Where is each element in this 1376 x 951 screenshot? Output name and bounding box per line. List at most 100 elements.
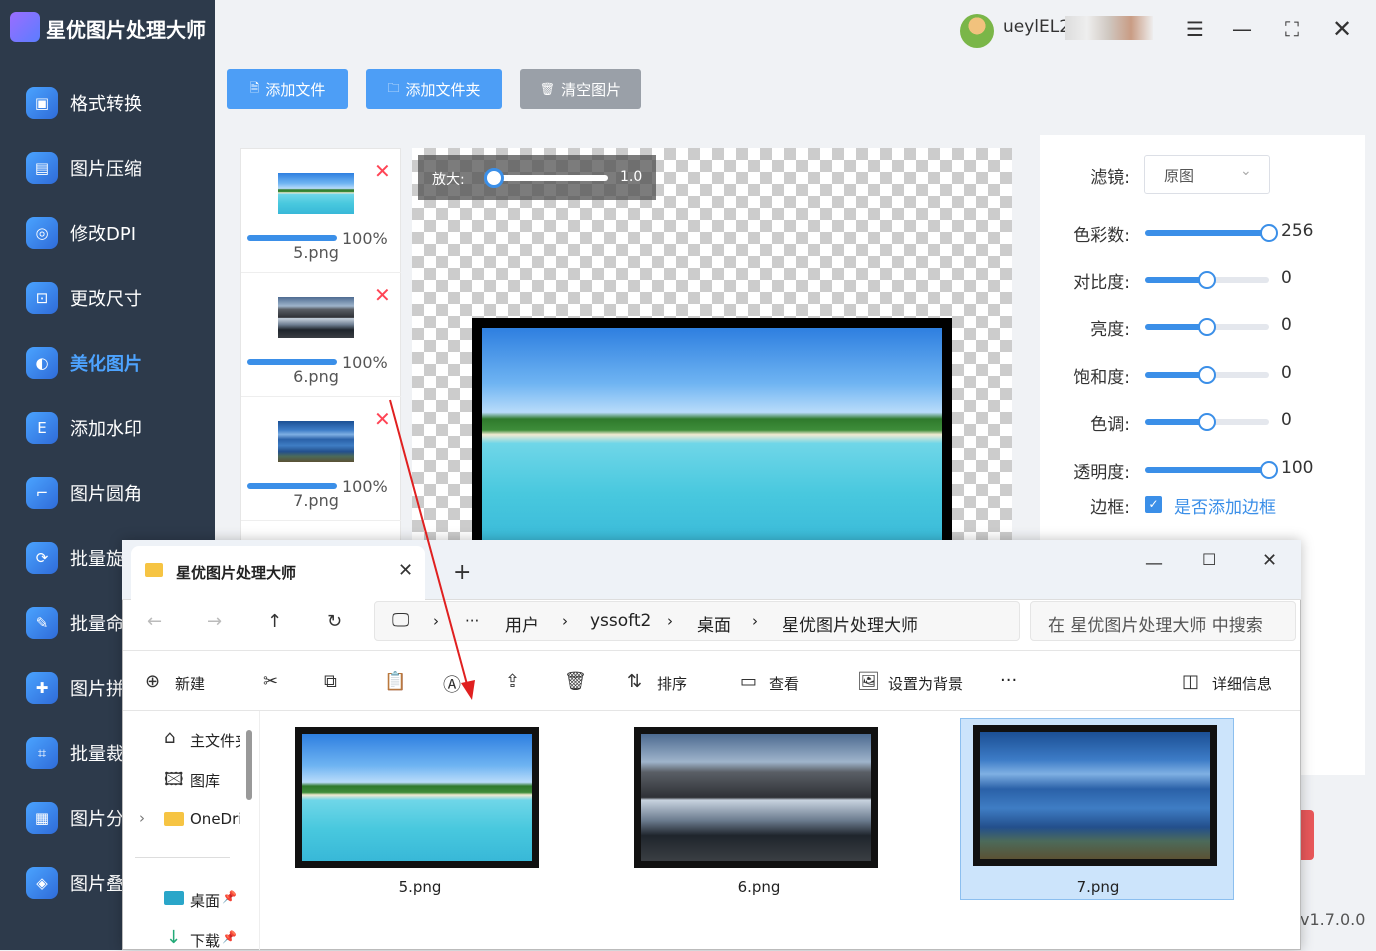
delete-icon[interactable]: ✕ (374, 283, 391, 307)
nav-item[interactable]: 桌面 (190, 890, 220, 911)
nav-item[interactable]: 下载 (190, 930, 220, 951)
chevron-down-icon[interactable]: ⌄ (1240, 163, 1252, 179)
more-path-icon[interactable]: ··· (465, 612, 479, 630)
slider-value: 0 (1281, 315, 1292, 335)
slider-track[interactable] (1145, 461, 1278, 479)
view-icon[interactable]: ▭ (740, 671, 757, 692)
slider-handle[interactable] (1198, 271, 1216, 289)
list-item[interactable]: ✕ 100% 5.png (241, 149, 401, 273)
rounded-corner-icon: ⌐ (26, 477, 58, 509)
computer-icon: 🖵 (392, 610, 410, 631)
avatar[interactable] (960, 14, 994, 48)
sidebar-item[interactable]: ◐ 美化图片 (0, 335, 215, 391)
start-button[interactable] (1300, 810, 1314, 860)
up-icon[interactable]: ↑ (267, 611, 282, 632)
image-convert-icon: ▣ (26, 87, 58, 119)
slider-track[interactable] (1145, 366, 1269, 384)
breadcrumb-item[interactable]: 星优图片处理大师 (782, 611, 918, 636)
file-name[interactable]: 5.png (298, 878, 542, 896)
slider-handle[interactable] (1198, 366, 1216, 384)
breadcrumb-item[interactable]: 桌面 (697, 611, 731, 636)
slider-track[interactable] (1145, 413, 1269, 431)
slider-handle[interactable] (1260, 461, 1278, 479)
set-background-button[interactable]: 设置为背景 (888, 673, 963, 694)
new-tab-icon[interactable]: + (453, 560, 471, 585)
border-checkbox[interactable]: ✓ (1145, 496, 1162, 513)
scrollbar[interactable] (246, 730, 252, 800)
share-icon[interactable]: ⇪ (505, 671, 520, 692)
new-button[interactable]: 新建 (175, 673, 205, 694)
slider-fill (1145, 467, 1269, 473)
sidebar-item[interactable]: ▣ 格式转换 (0, 75, 215, 131)
forward-icon[interactable]: → (207, 611, 222, 632)
explorer-minimize-icon[interactable]: — (1145, 553, 1163, 574)
set-background-icon[interactable]: 🖼 (857, 671, 880, 692)
breadcrumb-item[interactable]: yssoft2 (590, 611, 651, 631)
add-folder-button[interactable]: 🗀 添加文件夹 (366, 69, 502, 109)
sidebar-item[interactable]: ◎ 修改DPI (0, 205, 215, 261)
slider-value: 256 (1281, 221, 1314, 241)
minimize-icon[interactable]: — (1227, 14, 1257, 44)
file-thumbnail[interactable] (973, 725, 1217, 866)
sidebar-item-label: 美化图片 (70, 354, 142, 375)
slider-track[interactable] (1145, 318, 1269, 336)
sort-icon[interactable]: ⇅ (627, 671, 642, 692)
refresh-icon[interactable]: ↻ (327, 611, 342, 632)
sort-button[interactable]: 排序 (657, 673, 687, 694)
clear-images-button[interactable]: 🗑 清空图片 (520, 69, 641, 109)
cut-icon[interactable]: ✂ (263, 671, 278, 692)
new-icon[interactable]: ⊕ (145, 671, 160, 692)
explorer-close-icon[interactable]: ✕ (1262, 550, 1277, 571)
delete-icon[interactable]: ✕ (374, 159, 391, 183)
back-icon[interactable]: ← (147, 611, 162, 632)
nav-item[interactable]: OneDri (190, 810, 240, 828)
slider-label: 亮度: (1090, 320, 1130, 340)
paste-icon[interactable]: 📋 (384, 671, 406, 692)
add-file-button[interactable]: 🗎 添加文件 (227, 69, 348, 109)
file-thumbnail[interactable] (634, 727, 878, 868)
explorer-maximize-icon[interactable]: ☐ (1202, 550, 1216, 569)
sidebar-item-label: 批量命 (70, 614, 124, 635)
slider-track[interactable] (1145, 271, 1269, 289)
sidebar-item[interactable]: E 添加水印 (0, 400, 215, 456)
watermark-icon: E (26, 412, 58, 444)
border-checkbox-label[interactable]: 是否添加边框 (1174, 493, 1276, 518)
sidebar-item-label: 格式转换 (70, 94, 142, 115)
more-icon[interactable]: ··· (1000, 670, 1017, 691)
sidebar-item[interactable]: ⌐ 图片圆角 (0, 465, 215, 521)
menu-icon[interactable]: ☰ (1180, 14, 1210, 44)
zoom-slider[interactable] (488, 175, 608, 181)
rename-icon[interactable]: Ⓐ (443, 671, 461, 697)
progress-bar (247, 359, 337, 365)
list-item[interactable]: ✕ 100% 6.png (241, 273, 401, 397)
tab-close-icon[interactable]: ✕ (398, 560, 413, 581)
nav-item[interactable]: 图库 (190, 770, 220, 791)
slider-handle[interactable] (1260, 224, 1278, 242)
thumbnail (278, 173, 354, 214)
file-name[interactable]: 7.png (976, 878, 1220, 896)
chevron-right-icon[interactable]: › (139, 809, 145, 827)
sidebar-item-label: 图片分 (70, 809, 124, 830)
close-icon[interactable]: ✕ (1327, 14, 1357, 44)
slider-track[interactable] (1145, 224, 1278, 242)
file-name[interactable]: 6.png (637, 878, 881, 896)
sidebar-item[interactable]: ▤ 图片压缩 (0, 140, 215, 196)
slider-handle[interactable] (1198, 318, 1216, 336)
sidebar-item[interactable]: ⊡ 更改尺寸 (0, 270, 215, 326)
maximize-icon[interactable]: ⛶ (1277, 14, 1307, 44)
details-button[interactable]: 详细信息 (1212, 673, 1272, 694)
delete-icon[interactable]: 🗑 (564, 671, 587, 692)
nav-item[interactable]: 主文件夹 (190, 730, 240, 751)
zoom-slider-handle[interactable] (484, 168, 504, 188)
delete-icon[interactable]: ✕ (374, 407, 391, 431)
list-item[interactable]: ✕ 100% 7.png (241, 397, 401, 521)
slider-handle[interactable] (1198, 413, 1216, 431)
slider-value: 0 (1281, 268, 1292, 288)
copy-icon[interactable]: ⧉ (324, 671, 337, 692)
view-button[interactable]: 查看 (769, 673, 799, 694)
breadcrumb-item[interactable]: 用户 (505, 611, 539, 636)
file-thumbnail[interactable] (295, 727, 539, 868)
folder-icon: 🗀 (387, 80, 400, 95)
username[interactable]: ueylEL2 (1003, 17, 1070, 37)
details-pane-icon[interactable]: ◫ (1182, 671, 1199, 692)
